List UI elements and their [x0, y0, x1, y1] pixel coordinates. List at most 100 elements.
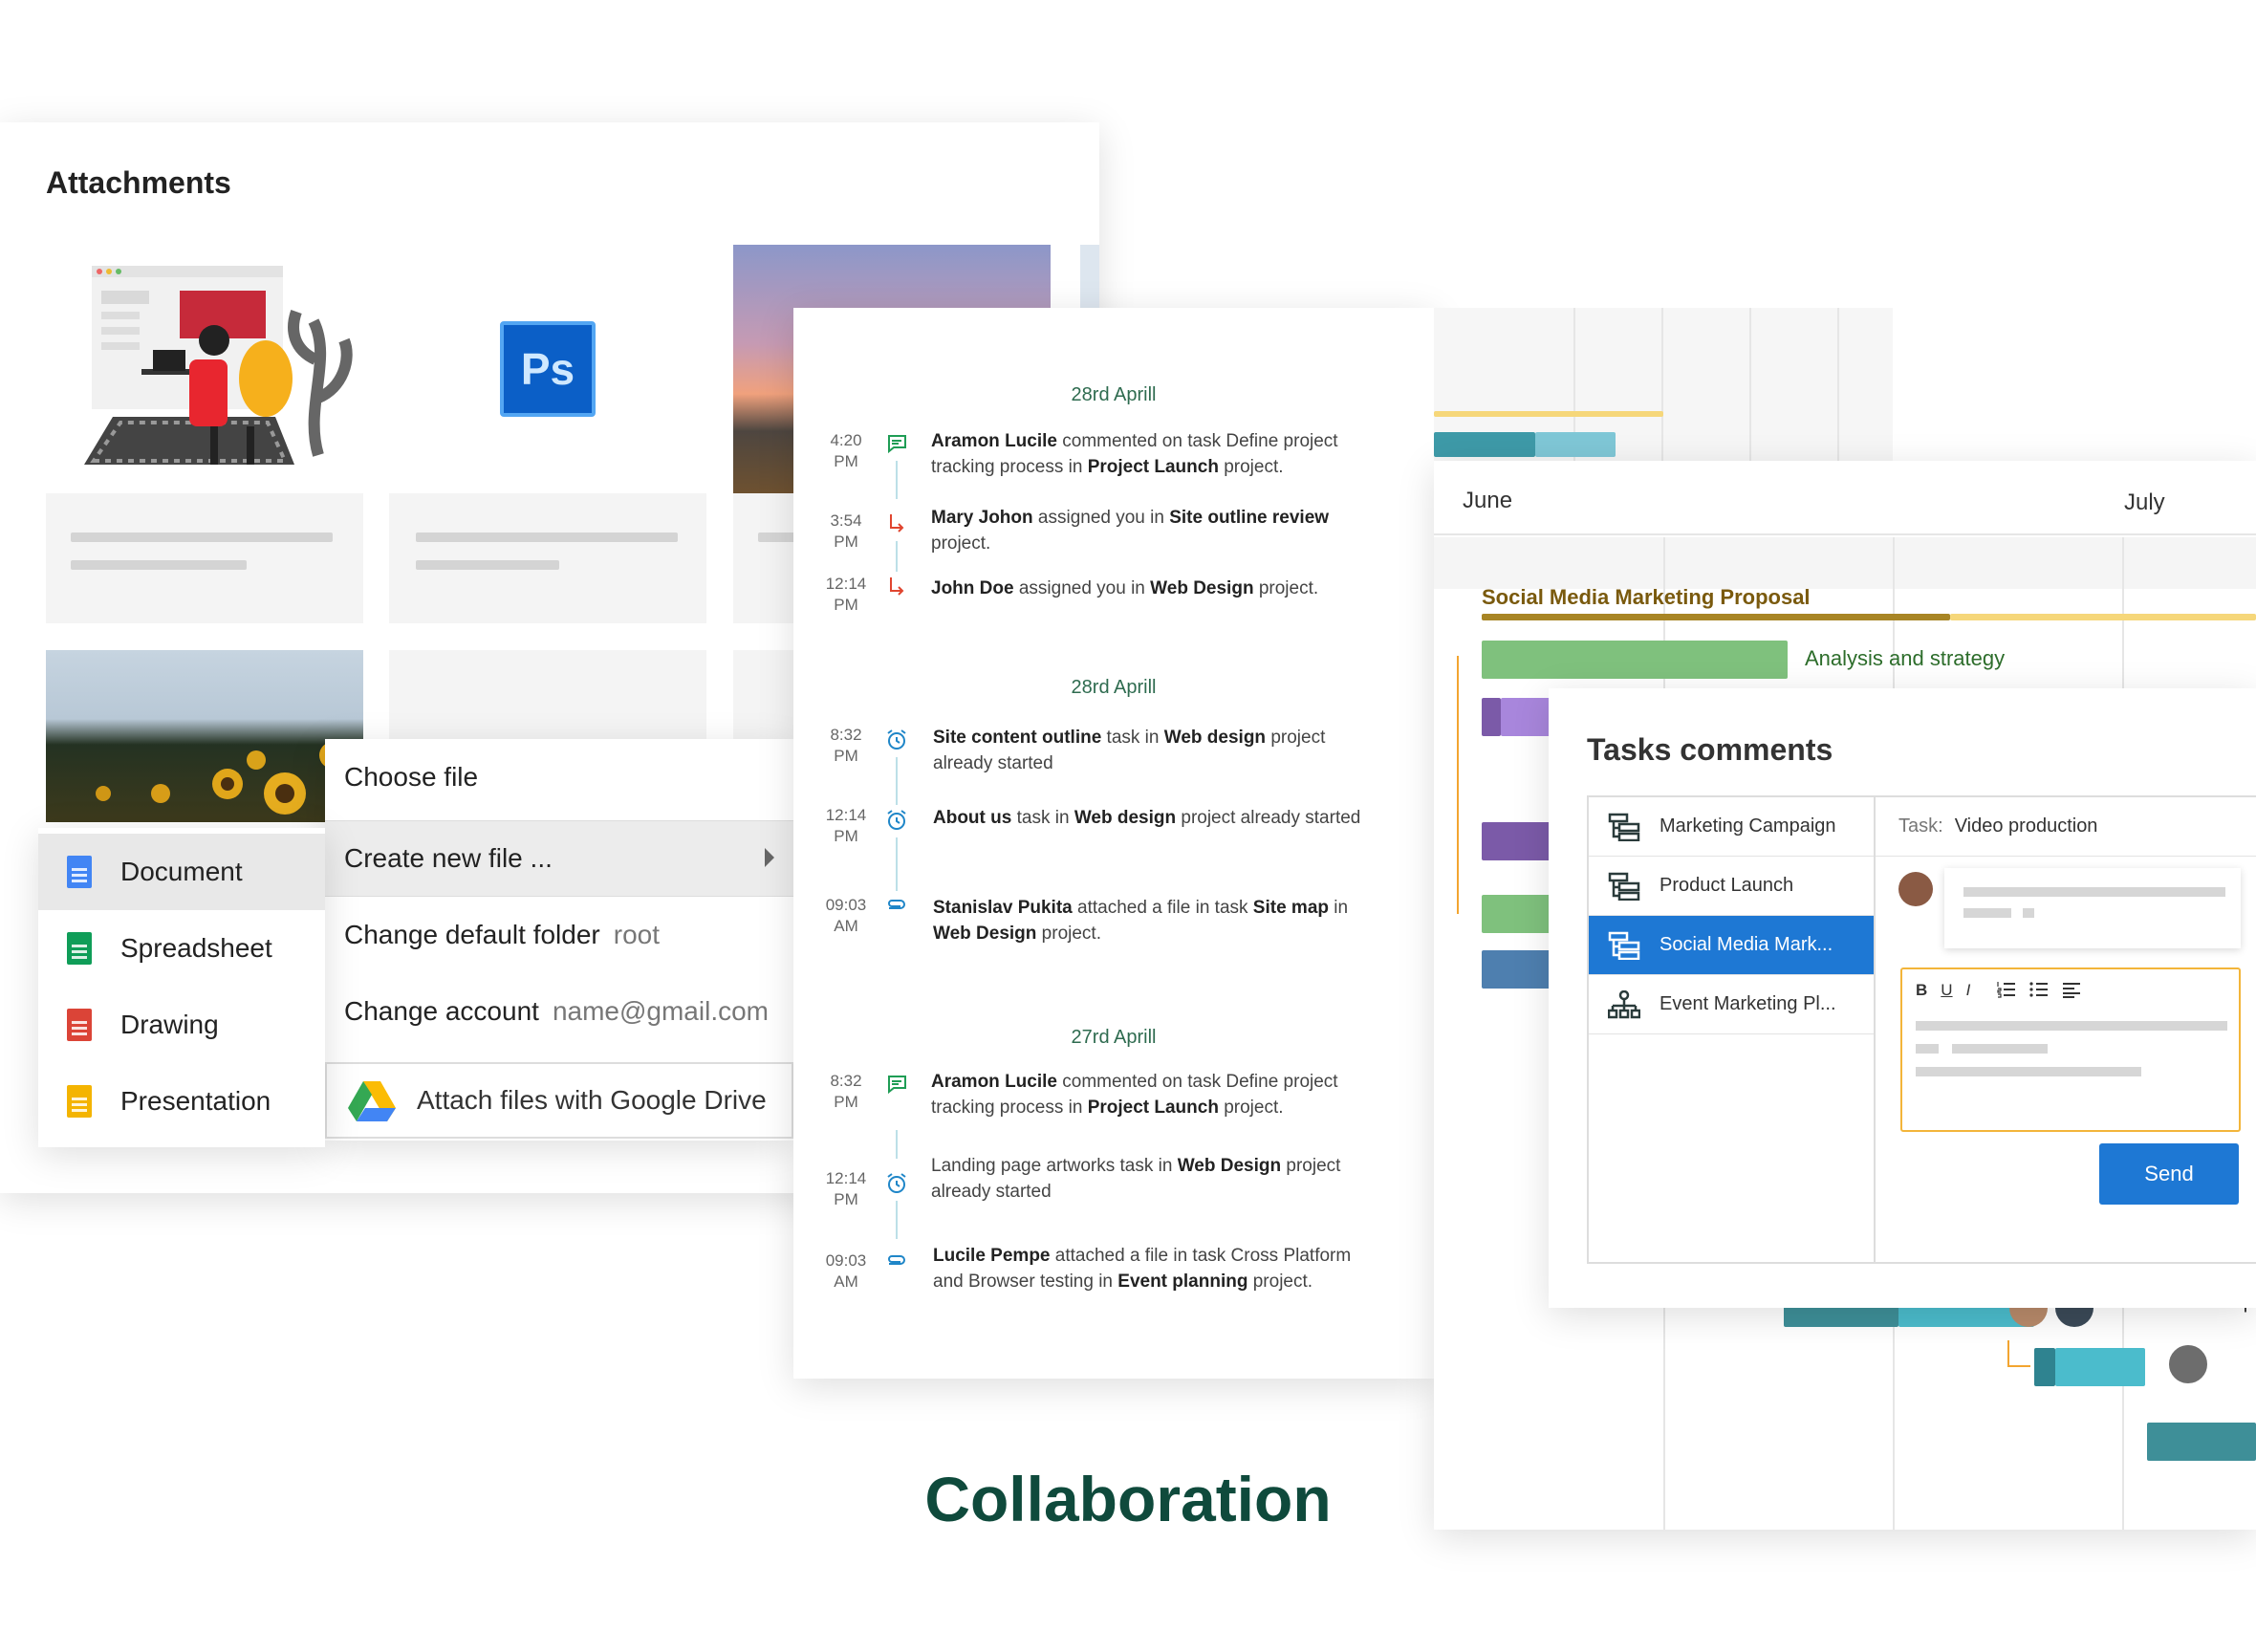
activity-time: 09:03 AM: [825, 896, 867, 935]
psd-thumbnail: Ps: [389, 245, 706, 493]
attachment-card-psd[interactable]: Ps: [389, 245, 706, 623]
numbered-list-icon[interactable]: [1997, 981, 2016, 998]
account-value: name@gmail.com: [552, 996, 769, 1026]
change-account-item[interactable]: Change account name@gmail.com: [325, 973, 793, 1050]
gantt-bar[interactable]: [2034, 1348, 2055, 1386]
task-label-analysis: Analysis and strategy: [1805, 646, 2006, 670]
activity-entry: Landing page artworks task in Web Design…: [931, 1156, 1341, 1202]
document-label: Document: [120, 857, 243, 886]
gantt-bar[interactable]: [1482, 822, 1558, 860]
task-tree-icon: [1608, 931, 1640, 960]
avatar: [2166, 1342, 2210, 1386]
align-left-icon[interactable]: [2062, 981, 2081, 998]
comment-thread: Task: Video production B U I Send: [1876, 795, 2256, 1264]
new-spreadsheet-item[interactable]: Spreadsheet: [38, 910, 325, 987]
project-progress-bar[interactable]: [1482, 614, 1950, 620]
gantt-bar[interactable]: [2147, 1423, 2256, 1461]
alarm-clock-icon: [887, 729, 906, 750]
tasks-comments-panel: Tasks comments Marketing Campaign Produc…: [1549, 688, 2256, 1308]
task-item-event-marketing[interactable]: Event Marketing Pl...: [1589, 975, 1874, 1034]
create-new-file-label: Create new file ...: [344, 843, 553, 873]
underline-button[interactable]: U: [1941, 981, 1952, 1000]
task-list: Marketing Campaign Product Launch Social…: [1587, 795, 1876, 1264]
create-new-file-item[interactable]: Create new file ...: [325, 820, 793, 897]
choose-file-item[interactable]: Choose file: [325, 739, 793, 815]
spreadsheet-label: Spreadsheet: [120, 933, 272, 963]
editor-toolbar: B U I: [1916, 981, 2081, 1000]
file-source-menu: Choose file Create new file ... Change d…: [325, 739, 793, 1141]
paperclip-icon: [888, 900, 905, 909]
gantt-bar[interactable]: [2055, 1348, 2145, 1386]
task-item-social-media[interactable]: Social Media Mark...: [1589, 916, 1874, 975]
activity-date: 28rd Aprill: [1071, 384, 1157, 405]
gantt-bar[interactable]: [1482, 950, 1558, 989]
drawing-icon: [67, 1009, 92, 1041]
activity-entry: Aramon Lucile commented on task Define p…: [931, 1072, 1338, 1118]
month-label-june: June: [1463, 488, 1513, 513]
attachment-card-illustration[interactable]: [46, 245, 363, 623]
spreadsheet-icon: [67, 932, 92, 965]
folder-value: root: [613, 920, 660, 949]
presentation-icon: [67, 1085, 92, 1118]
photoshop-icon: Ps: [500, 321, 596, 417]
comment-icon: [888, 1076, 906, 1095]
change-account-label: Change account: [344, 996, 539, 1026]
attachment-card-sunflowers[interactable]: [46, 650, 363, 822]
google-drive-attach-button[interactable]: Attach files with Google Drive: [325, 1062, 793, 1139]
change-folder-item[interactable]: Change default folder root: [325, 897, 793, 973]
illustration-thumbnail: [46, 245, 363, 493]
activity-time: 4:20 PM: [830, 431, 862, 470]
attachments-title: Attachments: [46, 165, 231, 200]
submenu-arrow-icon: [765, 848, 774, 867]
activity-entry: Mary Johon assigned you in Site outline …: [931, 508, 1330, 554]
send-button[interactable]: Send: [2099, 1143, 2239, 1205]
gantt-bar[interactable]: [1482, 698, 1501, 736]
task-item-label: Product Launch: [1659, 875, 1794, 896]
activity-entry: Site content outline task in Web design …: [933, 728, 1326, 773]
activity-date: 28rd Aprill: [1071, 677, 1157, 698]
tasks-comments-title: Tasks comments: [1587, 732, 1833, 767]
assign-arrow-icon: [890, 514, 904, 533]
task-item-label: Social Media Mark...: [1659, 934, 1833, 955]
bold-button[interactable]: B: [1916, 981, 1927, 1000]
activity-entry: About us task in Web design project alre…: [933, 808, 1361, 828]
presentation-label: Presentation: [120, 1086, 271, 1116]
google-drive-icon: [348, 1081, 396, 1121]
alarm-clock-icon: [887, 810, 906, 830]
gantt-bar[interactable]: [1434, 411, 1663, 417]
org-chart-icon: [1608, 989, 1640, 1018]
avatar: [1898, 872, 1933, 906]
comment-editor[interactable]: B U I: [1900, 967, 2241, 1132]
task-item-marketing-campaign[interactable]: Marketing Campaign: [1589, 797, 1874, 857]
task-value: Video production: [1954, 815, 2098, 837]
activity-entry: Aramon Lucile commented on task Define p…: [931, 431, 1338, 477]
new-document-item[interactable]: Document: [38, 834, 325, 910]
activity-time: 3:54 PM: [830, 511, 862, 551]
document-icon: [67, 856, 92, 888]
activity-date: 27rd Aprill: [1071, 1027, 1157, 1048]
alarm-clock-icon: [887, 1173, 906, 1193]
gantt-bar[interactable]: [1535, 432, 1616, 457]
bulleted-list-icon[interactable]: [2029, 981, 2049, 998]
comment-bubble: [1944, 868, 2241, 948]
activity-time: 8:32 PM: [830, 1072, 862, 1111]
task-item-label: Event Marketing Pl...: [1659, 993, 1836, 1014]
gantt-bar[interactable]: [1434, 432, 1535, 457]
drawing-label: Drawing: [120, 1010, 219, 1039]
project-proposal-label: Social Media Marketing Proposal: [1482, 585, 1811, 609]
activity-time: 09:03 AM: [825, 1251, 867, 1291]
new-presentation-item[interactable]: Presentation: [38, 1063, 325, 1140]
task-item-product-launch[interactable]: Product Launch: [1589, 857, 1874, 916]
new-drawing-item[interactable]: Drawing: [38, 987, 325, 1063]
gantt-top-panel: [1434, 308, 1893, 461]
gantt-bar[interactable]: [1482, 895, 1558, 933]
activity-entry: Stanislav Pukita attached a file in task…: [933, 898, 1349, 944]
task-header: Task: Video production: [1876, 797, 2256, 857]
project-remaining-bar[interactable]: [1950, 614, 2256, 620]
comment-icon: [888, 435, 906, 454]
task-bar-analysis[interactable]: [1482, 641, 1788, 679]
change-folder-label: Change default folder: [344, 920, 600, 949]
italic-button[interactable]: I: [1966, 981, 1971, 1000]
collaboration-title: Collaboration: [924, 1464, 1332, 1534]
assign-arrow-icon: [890, 577, 904, 596]
